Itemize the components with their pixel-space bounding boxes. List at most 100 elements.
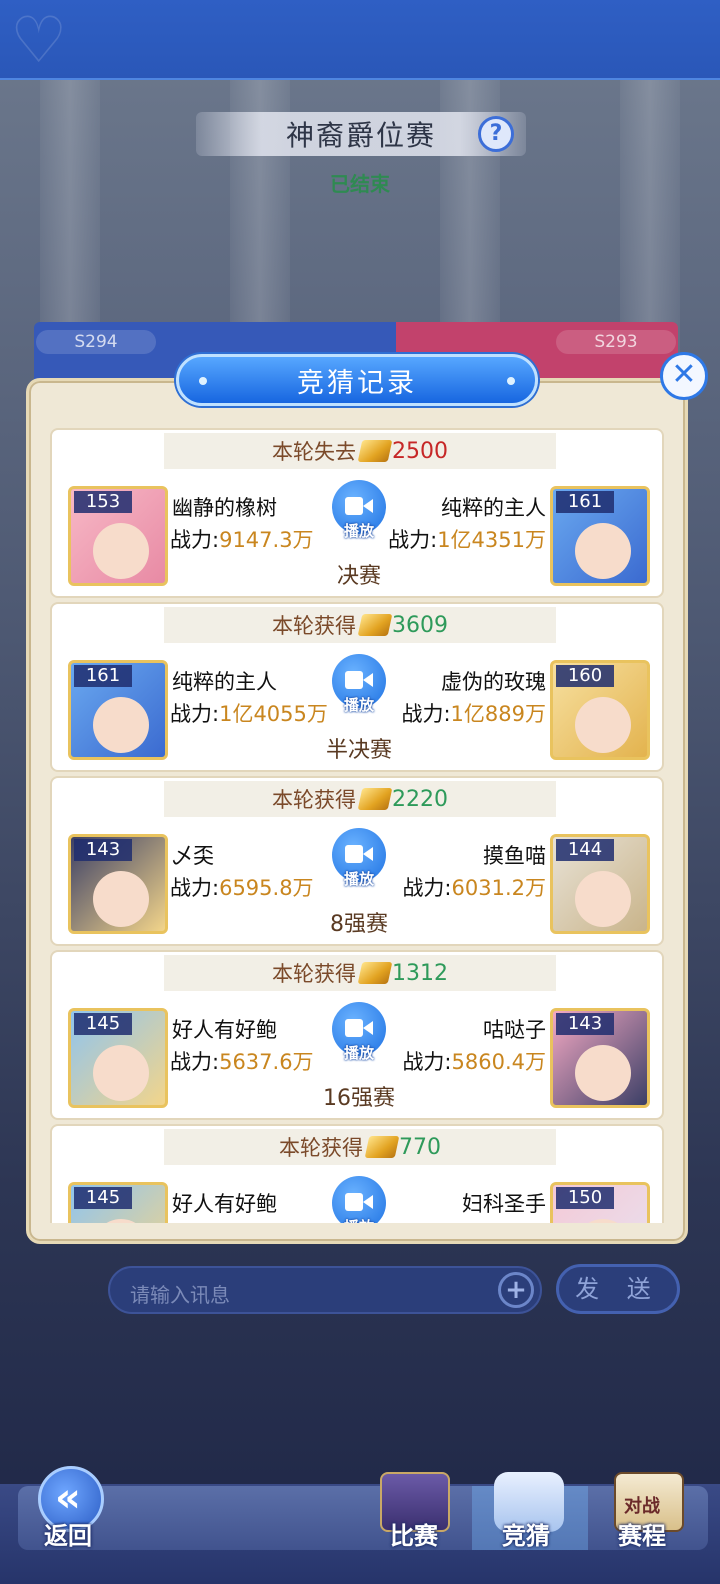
right-player-name: 咕哒子 <box>483 1018 546 1042</box>
event-status: 已结束 <box>330 172 390 196</box>
record-card: 本轮获得 770 145 好人有好鲍 播放 妇科圣手 150 <box>50 1124 664 1223</box>
left-player-avatar[interactable]: 145 <box>68 1182 168 1223</box>
round-label: 8强赛 <box>330 912 388 937</box>
replay-button[interactable]: 播放 <box>332 480 386 550</box>
gold-ingot-icon <box>357 788 393 810</box>
result-label: 本轮获得 <box>272 788 356 812</box>
right-player-power: 战力:1亿4351万 <box>388 524 546 554</box>
chat-input[interactable]: 请输入讯息 <box>108 1266 542 1314</box>
player-level: 143 <box>556 1013 614 1035</box>
player-level: 144 <box>556 839 614 861</box>
replay-label: 播放 <box>343 870 374 888</box>
left-season-badge: S294 <box>36 330 156 354</box>
player-level: 161 <box>556 491 614 513</box>
left-player-power: 战力:1亿4055万 <box>170 698 328 728</box>
power-value: 6595.8万 <box>219 876 314 900</box>
player-level: 153 <box>74 491 132 513</box>
replay-button[interactable]: 播放 <box>332 828 386 898</box>
result-strip: 本轮获得 1312 <box>164 955 556 991</box>
calendar-icon-text: 对战 <box>624 1496 660 1517</box>
result-amount: 770 <box>399 1134 441 1160</box>
left-player-power: 战力:9147.3万 <box>170 524 314 554</box>
camera-body <box>345 671 363 689</box>
right-player-name: 纯粹的主人 <box>441 496 546 520</box>
avatar-portrait <box>93 1219 149 1223</box>
power-value: 5860.4万 <box>451 1050 546 1074</box>
gold-ingot-icon <box>357 962 393 984</box>
result-strip: 本轮获得 3609 <box>164 607 556 643</box>
camera-body <box>345 1019 363 1037</box>
camera-lens <box>363 499 373 513</box>
power-value: 9147.3万 <box>219 528 314 552</box>
banner-dot <box>199 377 207 385</box>
result-label: 本轮获得 <box>272 962 356 986</box>
right-player-avatar[interactable]: 150 <box>550 1182 650 1223</box>
result-strip: 本轮失去 2500 <box>164 433 556 469</box>
tab-guess[interactable]: 竞猜 <box>502 1516 550 1551</box>
power-label: 战力: <box>170 876 220 900</box>
left-player-name: 乄奀 <box>172 844 214 868</box>
player-level: 150 <box>556 1187 614 1209</box>
help-icon[interactable]: ? <box>478 116 514 152</box>
player-level: 145 <box>74 1013 132 1035</box>
record-list[interactable]: 本轮失去 2500 153 幽静的橡树 战力:9147.3万 播放 纯粹的主人 … <box>50 428 664 1223</box>
power-label: 战力: <box>401 702 451 726</box>
replay-button[interactable]: 播放 <box>332 654 386 724</box>
left-player-name: 幽静的橡树 <box>172 496 277 520</box>
player-level: 143 <box>74 839 132 861</box>
right-player-name: 摸鱼喵 <box>483 844 546 868</box>
record-card: 本轮获得 1312 145 好人有好鲍 战力:5637.6万 播放 咕哒子 战力… <box>50 950 664 1120</box>
player-level: 145 <box>74 1187 132 1209</box>
player-level: 161 <box>74 665 132 687</box>
round-label: 16强赛 <box>323 1086 395 1111</box>
record-card: 本轮获得 3609 161 纯粹的主人 战力:1亿4055万 播放 虚伪的玫瑰 … <box>50 602 664 772</box>
power-label: 战力: <box>388 528 438 552</box>
plus-icon[interactable]: + <box>498 1272 534 1308</box>
record-card: 本轮失去 2500 153 幽静的橡树 战力:9147.3万 播放 纯粹的主人 … <box>50 428 664 598</box>
power-label: 战力: <box>170 1050 220 1074</box>
camera-body <box>345 1193 363 1211</box>
camera-lens <box>363 1021 373 1035</box>
modal-title: 竞猜记录 <box>297 367 417 399</box>
replay-label: 播放 <box>334 1216 384 1223</box>
gold-ingot-icon <box>364 1136 400 1158</box>
right-player-name: 虚伪的玫瑰 <box>441 670 546 694</box>
result-strip: 本轮获得 770 <box>164 1129 556 1165</box>
banner-dot <box>507 377 515 385</box>
close-button[interactable]: ✕ <box>660 352 708 400</box>
heart-emblem-icon: ♡ <box>10 4 68 78</box>
camera-body <box>345 497 363 515</box>
replay-button[interactable]: 播放 <box>332 1002 386 1072</box>
page-title: 神裔爵位赛 <box>285 119 436 152</box>
power-value: 1亿4351万 <box>437 528 546 552</box>
tab-schedule[interactable]: 赛程 <box>618 1516 666 1551</box>
camera-lens <box>363 847 373 861</box>
power-label: 战力: <box>170 528 220 552</box>
page-title-plate: 神裔爵位赛 <box>196 112 526 156</box>
result-amount: 1312 <box>392 960 448 986</box>
right-season-badge: S293 <box>556 330 676 354</box>
left-player-name: 好人有好鲍 <box>172 1192 277 1216</box>
tab-match[interactable]: 比赛 <box>390 1516 438 1551</box>
result-amount: 2220 <box>392 786 448 812</box>
send-button[interactable]: 发 送 <box>556 1264 680 1314</box>
result-label: 本轮失去 <box>272 440 356 464</box>
result-label: 本轮获得 <box>279 1136 363 1160</box>
power-label: 战力: <box>402 876 452 900</box>
close-icon: ✕ <box>671 357 697 392</box>
modal-title-banner: 竞猜记录 <box>176 354 538 406</box>
power-value: 5637.6万 <box>219 1050 314 1074</box>
right-player-name: 妇科圣手 <box>462 1192 546 1216</box>
gold-ingot-icon <box>357 614 393 636</box>
replay-label: 播放 <box>343 1044 374 1062</box>
camera-lens <box>363 673 373 687</box>
top-banner: ♡ <box>0 0 720 80</box>
camera-body <box>345 845 363 863</box>
replay-button[interactable]: 播放 <box>332 1176 386 1223</box>
left-player-name: 好人有好鲍 <box>172 1018 277 1042</box>
back-button[interactable]: 返回 <box>44 1516 92 1551</box>
right-player-power: 战力:1亿889万 <box>401 698 546 728</box>
right-player-power: 战力:5860.4万 <box>402 1046 546 1076</box>
result-amount: 3609 <box>392 612 448 638</box>
record-card: 本轮获得 2220 143 乄奀 战力:6595.8万 播放 摸鱼喵 战力:60… <box>50 776 664 946</box>
